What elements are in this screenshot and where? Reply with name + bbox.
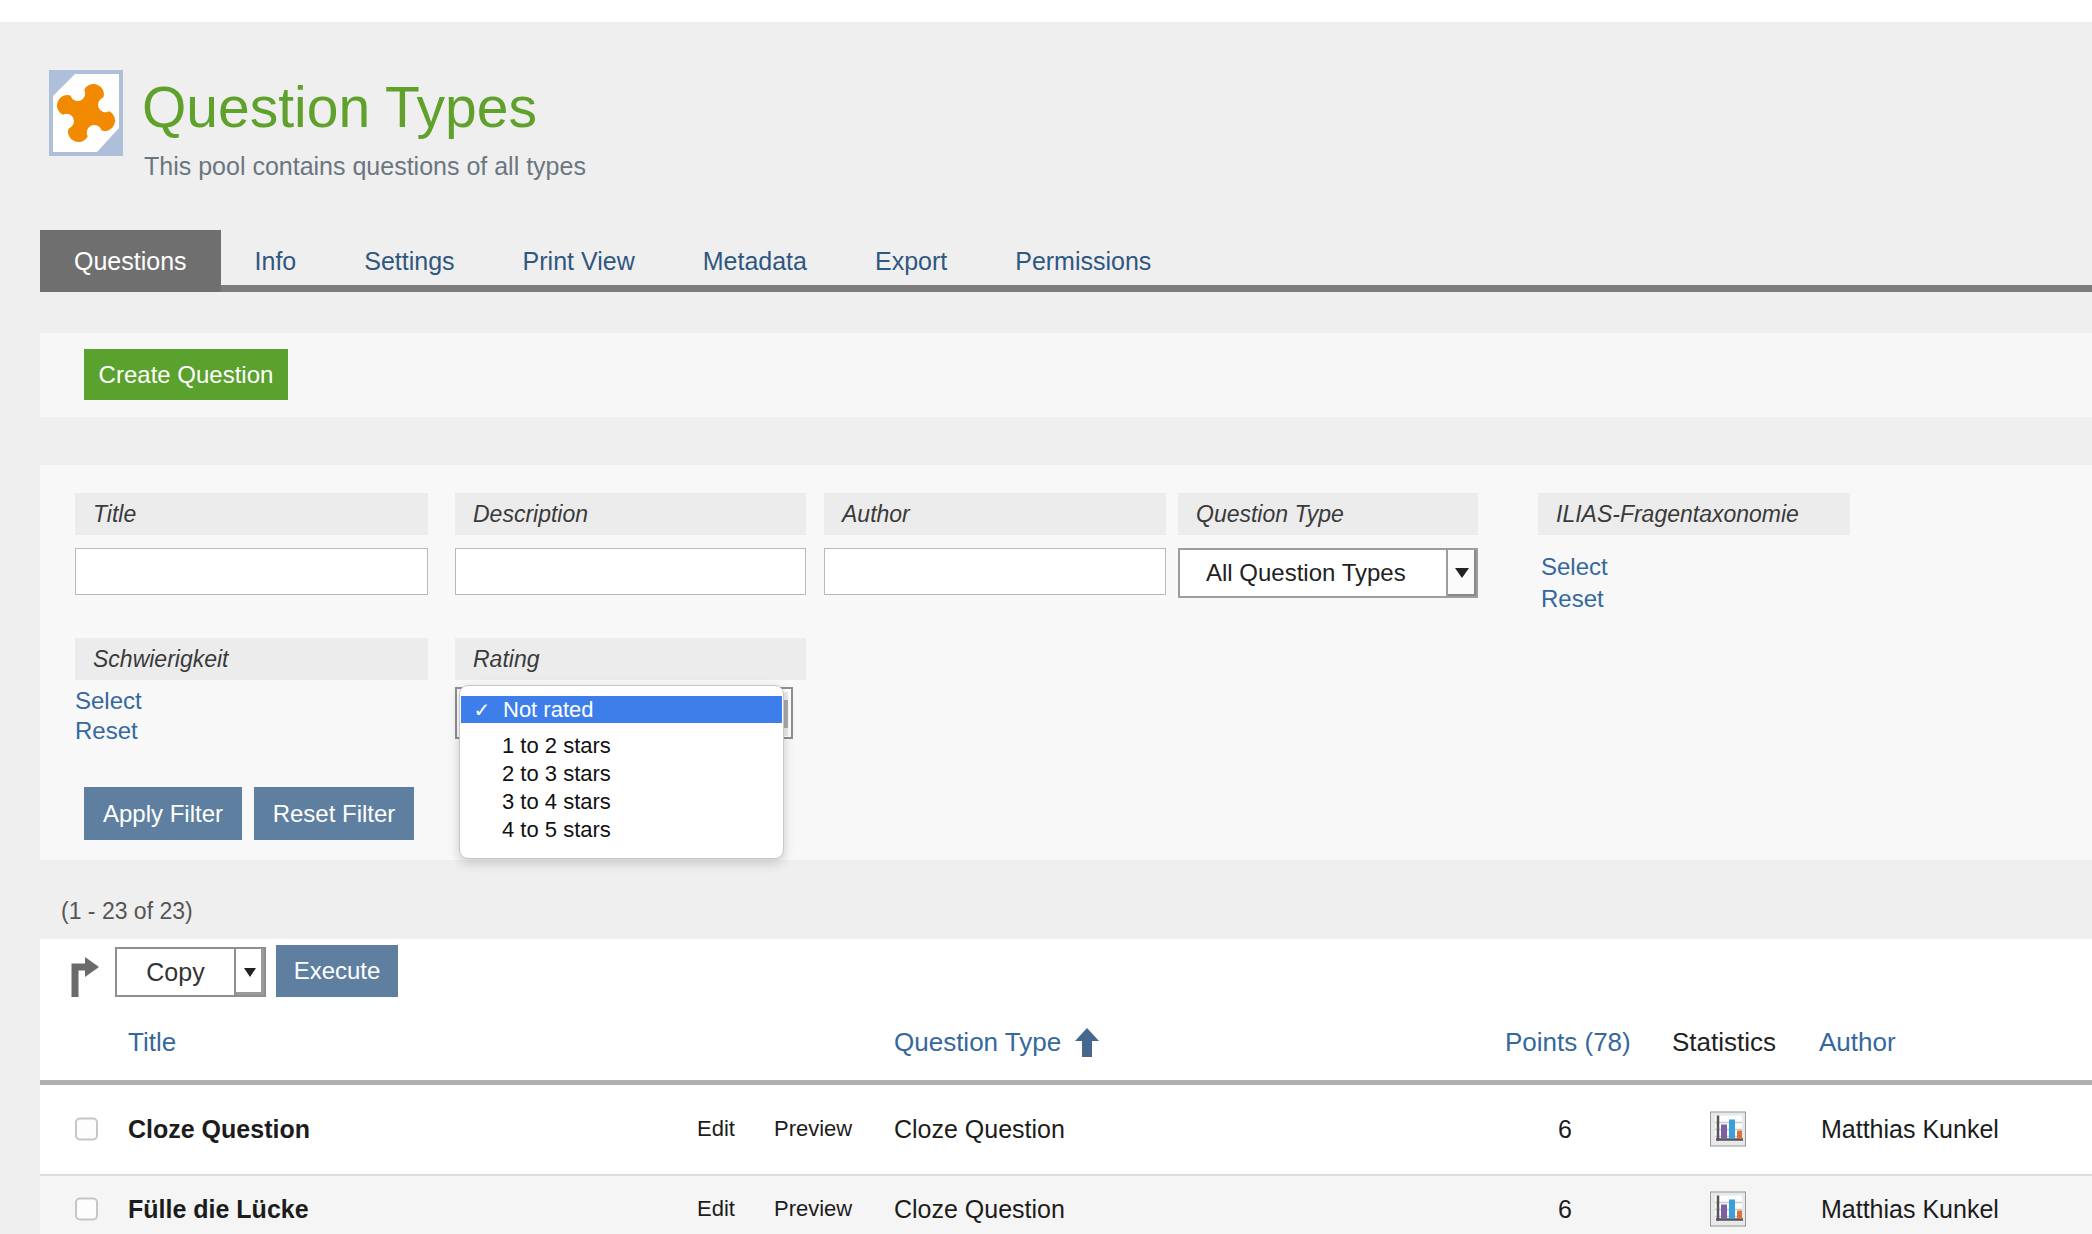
sort-ascending-icon [1075, 1028, 1099, 1058]
difficulty-reset-link[interactable]: Reset [75, 717, 138, 745]
filter-description-input[interactable] [455, 548, 806, 595]
filter-title-input[interactable] [75, 548, 428, 595]
column-header-points[interactable]: Points (78) [1505, 1027, 1631, 1058]
caret-down-icon [1455, 568, 1469, 578]
filter-label-description: Description [455, 493, 806, 535]
column-header-question-type[interactable]: Question Type [894, 1027, 1099, 1058]
caret-down-icon [244, 968, 256, 977]
author-cell: Matthias Kunkel [1821, 1114, 1999, 1143]
taxonomy-select-link[interactable]: Select [1541, 553, 1608, 581]
taxonomy-reset-link[interactable]: Reset [1541, 585, 1604, 613]
question-title: Fülle die Lücke [128, 1195, 309, 1224]
filter-label-taxonomy: ILIAS-Fragentaxonomie [1538, 493, 1850, 535]
question-type-select[interactable]: All Question Types [1178, 548, 1478, 598]
result-range-label: (1 - 23 of 23) [61, 898, 193, 925]
bulk-action-select[interactable]: Copy [115, 947, 266, 997]
filter-label-author: Author [824, 493, 1166, 535]
filter-label-question-type: Question Type [1178, 493, 1478, 535]
filter-label-rating: Rating [455, 638, 806, 680]
question-pool-page: Question Types This pool contains questi… [0, 0, 2092, 1234]
tab-settings[interactable]: Settings [330, 230, 488, 292]
checkmark-icon: ✓ [461, 698, 503, 722]
bar-chart-icon[interactable] [1710, 1192, 1746, 1227]
rating-option-2-3[interactable]: 2 to 3 stars [460, 760, 783, 788]
rating-option-3-4[interactable]: 3 to 4 stars [460, 788, 783, 816]
page-title: Question Types [142, 74, 537, 140]
tab-print-view[interactable]: Print View [489, 230, 669, 292]
author-cell: Matthias Kunkel [1821, 1195, 1999, 1224]
column-header-author[interactable]: Author [1819, 1027, 1896, 1058]
rating-option-4-5[interactable]: 4 to 5 stars [460, 816, 783, 844]
tab-bar: Questions Info Settings Print View Metad… [40, 230, 2092, 292]
filter-label-difficulty: Schwierigkeit [75, 638, 428, 680]
rating-option-not-rated[interactable]: ✓ Not rated [461, 696, 782, 723]
question-title: Cloze Question [128, 1114, 310, 1143]
question-type-cell: Cloze Question [894, 1114, 1065, 1143]
apply-filter-button[interactable]: Apply Filter [84, 787, 242, 840]
top-strip [0, 0, 2092, 22]
edit-link[interactable]: Edit [697, 1116, 735, 1142]
rating-option-1-2[interactable]: 1 to 2 stars [460, 732, 783, 760]
execute-button[interactable]: Execute [276, 945, 398, 997]
rating-dropdown-list: ✓ Not rated 1 to 2 stars 2 to 3 stars 3 … [459, 685, 784, 859]
column-header-statistics: Statistics [1672, 1027, 1776, 1058]
filter-author-input[interactable] [824, 548, 1166, 595]
points-cell: 6 [1558, 1114, 1572, 1143]
question-type-cell: Cloze Question [894, 1195, 1065, 1224]
bar-chart-icon[interactable] [1710, 1111, 1746, 1146]
row-checkbox[interactable] [75, 1117, 98, 1140]
column-header-title[interactable]: Title [128, 1027, 176, 1058]
tab-questions[interactable]: Questions [40, 230, 221, 292]
reset-filter-button[interactable]: Reset Filter [254, 787, 414, 840]
tab-export[interactable]: Export [841, 230, 981, 292]
bulk-action-dropdown-button[interactable] [234, 949, 264, 995]
puzzle-icon [49, 70, 123, 156]
difficulty-select-link[interactable]: Select [75, 687, 142, 715]
preview-link[interactable]: Preview [774, 1116, 852, 1142]
tab-info[interactable]: Info [221, 230, 331, 292]
questions-table: Copy Execute Title Question Type Points … [40, 939, 2092, 1234]
turn-right-arrow-icon [71, 955, 101, 1001]
edit-link[interactable]: Edit [697, 1196, 735, 1222]
question-type-selected-value: All Question Types [1180, 559, 1446, 587]
page-subtitle: This pool contains questions of all type… [144, 152, 586, 181]
table-row: Cloze Question Edit Preview Cloze Questi… [40, 1085, 2092, 1172]
question-type-dropdown-button[interactable] [1446, 550, 1476, 596]
bulk-action-value: Copy [117, 958, 234, 987]
points-cell: 6 [1558, 1195, 1572, 1224]
create-question-button[interactable]: Create Question [84, 349, 288, 400]
tab-permissions[interactable]: Permissions [981, 230, 1185, 292]
column-header-question-type-label: Question Type [894, 1027, 1061, 1058]
filter-label-title: Title [75, 493, 428, 535]
filter-panel: Title Description Author Question Type I… [40, 465, 2092, 860]
actions-panel: Create Question [40, 333, 2092, 417]
tab-metadata[interactable]: Metadata [669, 230, 841, 292]
rating-option-label: Not rated [503, 697, 594, 723]
table-row: Fülle die Lücke Edit Preview Cloze Quest… [40, 1174, 2092, 1234]
preview-link[interactable]: Preview [774, 1196, 852, 1222]
row-checkbox[interactable] [75, 1198, 98, 1221]
